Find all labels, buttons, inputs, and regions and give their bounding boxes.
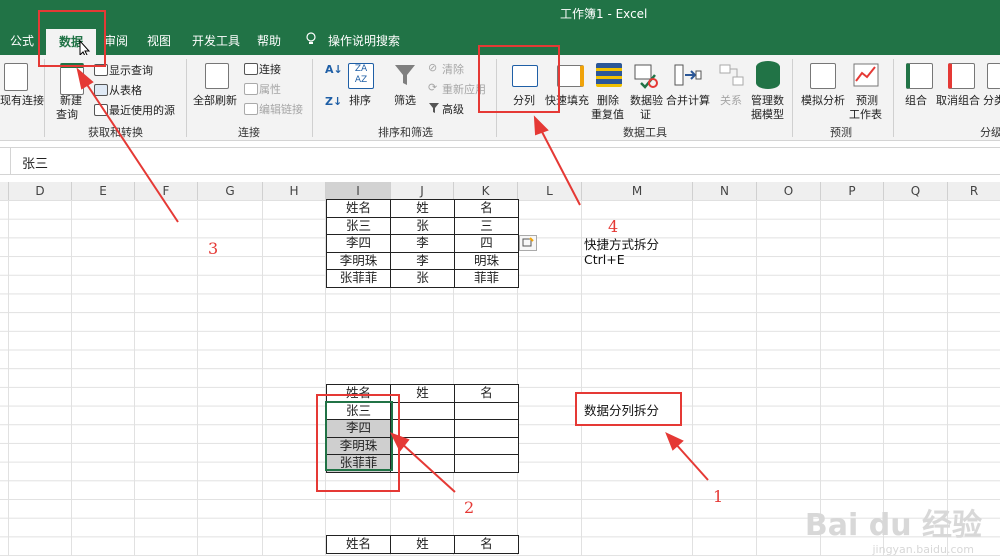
annotation-arrows: [76, 67, 709, 493]
baidu-watermark-logo: Bai du 经验: [804, 508, 982, 543]
step-1-label: 1: [713, 487, 724, 506]
step-3-label: 3: [208, 239, 219, 258]
baidu-watermark-url: jingyan.baidu.com: [872, 543, 974, 556]
step-2-label: 2: [464, 498, 475, 517]
step-4-label: 4: [608, 217, 619, 236]
